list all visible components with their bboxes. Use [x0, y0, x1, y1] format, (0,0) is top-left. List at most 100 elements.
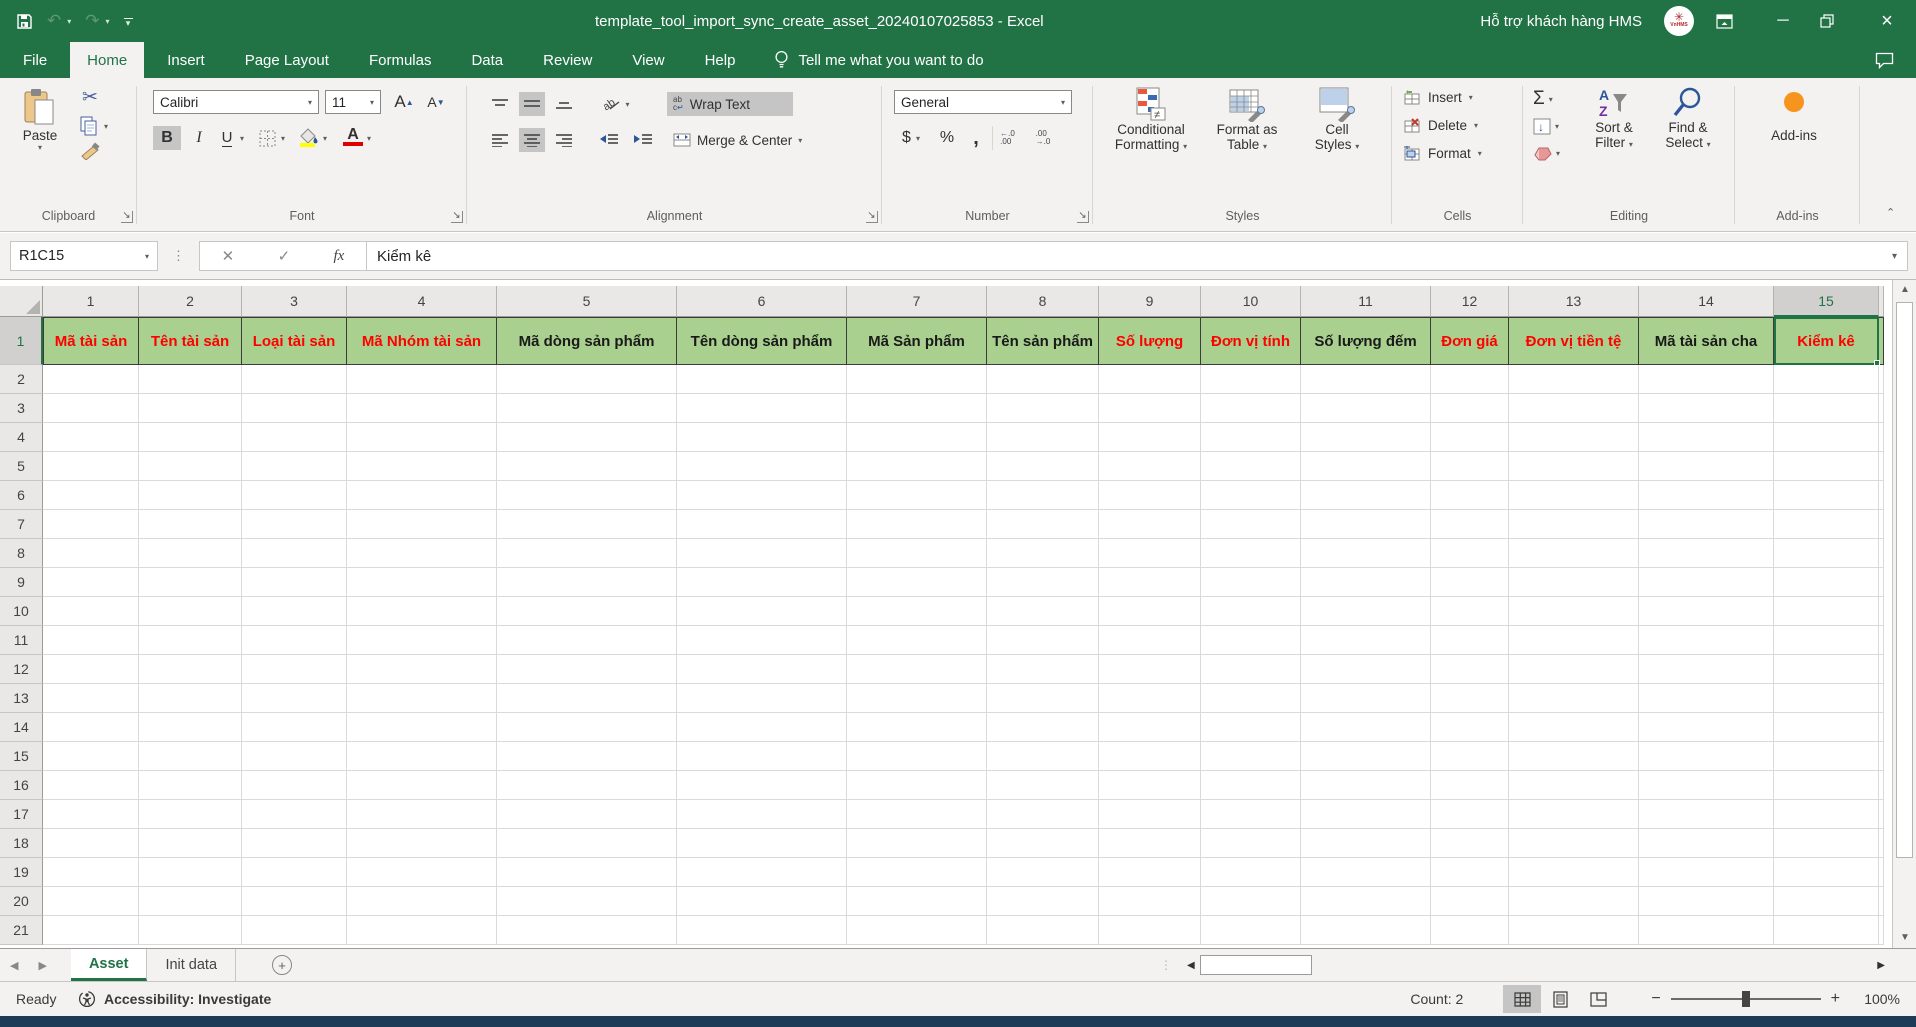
cell-r4c7[interactable]: [847, 423, 987, 452]
cell-r18c10[interactable]: [1201, 829, 1301, 858]
cell-r3c3[interactable]: [242, 394, 347, 423]
cell-r7c10[interactable]: [1201, 510, 1301, 539]
redo-dropdown-icon[interactable]: ▾: [106, 17, 110, 26]
font-color-icon[interactable]: A: [343, 126, 363, 146]
tell-me-box[interactable]: Tell me what you want to do: [774, 42, 983, 78]
cell-r12c1[interactable]: [43, 655, 139, 684]
cell-r15c2[interactable]: [139, 742, 242, 771]
cell-r10c3[interactable]: [242, 597, 347, 626]
cell-r8c2[interactable]: [139, 539, 242, 568]
cell-r2c10[interactable]: [1201, 365, 1301, 394]
save-icon[interactable]: [16, 13, 33, 30]
cell-r12c13[interactable]: [1509, 655, 1639, 684]
cell-r20c11[interactable]: [1301, 887, 1431, 916]
cell-r14c8[interactable]: [987, 713, 1099, 742]
cell-r18c8[interactable]: [987, 829, 1099, 858]
select-all-corner[interactable]: [0, 286, 43, 317]
cell-r21c2[interactable]: [139, 916, 242, 945]
cell-r10c6[interactable]: [677, 597, 847, 626]
cell-r6c13[interactable]: [1509, 481, 1639, 510]
cell-r5c11[interactable]: [1301, 452, 1431, 481]
zoom-slider-thumb[interactable]: [1742, 991, 1750, 1007]
cell-r2c9[interactable]: [1099, 365, 1201, 394]
cell-r5c7[interactable]: [847, 452, 987, 481]
cell-r6c3[interactable]: [242, 481, 347, 510]
cell-r9c15[interactable]: [1774, 568, 1879, 597]
cell-r18c2[interactable]: [139, 829, 242, 858]
cell-r12c6[interactable]: [677, 655, 847, 684]
cell-r5c14[interactable]: [1639, 452, 1774, 481]
cell-r2c1[interactable]: [43, 365, 139, 394]
header-cell-col8[interactable]: Tên sản phẩm: [987, 317, 1099, 365]
header-cell-col1[interactable]: Mã tài sản: [43, 317, 139, 365]
collapse-ribbon-icon[interactable]: ⌃: [1886, 206, 1895, 219]
cell-r9c10[interactable]: [1201, 568, 1301, 597]
cell-r6c1[interactable]: [43, 481, 139, 510]
insert-function-icon[interactable]: fx: [333, 248, 344, 265]
grow-font-button[interactable]: A▲: [389, 90, 419, 114]
cell-r12c3[interactable]: [242, 655, 347, 684]
cell-r14c7[interactable]: [847, 713, 987, 742]
cell-r9c7[interactable]: [847, 568, 987, 597]
cell-r5c1[interactable]: [43, 452, 139, 481]
cell-r20c8[interactable]: [987, 887, 1099, 916]
cell-r7c2[interactable]: [139, 510, 242, 539]
cell-r3c14[interactable]: [1639, 394, 1774, 423]
row-header-8[interactable]: 8: [0, 539, 43, 568]
column-header-6[interactable]: 6: [677, 286, 847, 317]
header-cell-col6[interactable]: Tên dòng sản phẩm: [677, 317, 847, 365]
cell-partial[interactable]: [1879, 597, 1884, 626]
cell-r13c11[interactable]: [1301, 684, 1431, 713]
cell-r15c14[interactable]: [1639, 742, 1774, 771]
row-header-18[interactable]: 18: [0, 829, 43, 858]
cell-r17c13[interactable]: [1509, 800, 1639, 829]
cell-r9c11[interactable]: [1301, 568, 1431, 597]
cell-r16c9[interactable]: [1099, 771, 1201, 800]
header-cell-col7[interactable]: Mã Sản phẩm: [847, 317, 987, 365]
cell-r6c7[interactable]: [847, 481, 987, 510]
cell-r4c15[interactable]: [1774, 423, 1879, 452]
column-header-14[interactable]: 14: [1639, 286, 1774, 317]
cell-r2c12[interactable]: [1431, 365, 1509, 394]
find-select-button[interactable]: Find &Select ▾: [1653, 86, 1723, 150]
name-box[interactable]: R1C15▾: [10, 241, 158, 271]
fill-color-dropdown-icon[interactable]: ▾: [323, 134, 327, 143]
cell-r8c13[interactable]: [1509, 539, 1639, 568]
enter-icon[interactable]: ✓: [278, 247, 291, 265]
horizontal-scroll-thumb[interactable]: [1200, 955, 1312, 975]
scroll-left-icon[interactable]: ◀: [1182, 960, 1200, 971]
cell-r11c3[interactable]: [242, 626, 347, 655]
cell-r21c1[interactable]: [43, 916, 139, 945]
row-header-3[interactable]: 3: [0, 394, 43, 423]
cell-r14c13[interactable]: [1509, 713, 1639, 742]
header-cell-col5[interactable]: Mã dòng sản phẩm: [497, 317, 677, 365]
cell-r11c10[interactable]: [1201, 626, 1301, 655]
cell-r6c15[interactable]: [1774, 481, 1879, 510]
cell-r4c11[interactable]: [1301, 423, 1431, 452]
font-size-select[interactable]: 11▾: [325, 90, 381, 114]
cell-r13c13[interactable]: [1509, 684, 1639, 713]
cell-r20c1[interactable]: [43, 887, 139, 916]
cell-r19c13[interactable]: [1509, 858, 1639, 887]
cell-r17c1[interactable]: [43, 800, 139, 829]
cell-r14c10[interactable]: [1201, 713, 1301, 742]
cell-r21c9[interactable]: [1099, 916, 1201, 945]
cell-r4c4[interactable]: [347, 423, 497, 452]
cell-r13c14[interactable]: [1639, 684, 1774, 713]
row-header-20[interactable]: 20: [0, 887, 43, 916]
cell-r10c11[interactable]: [1301, 597, 1431, 626]
cell-r16c7[interactable]: [847, 771, 987, 800]
close-button[interactable]: ×: [1872, 10, 1902, 33]
cell-partial[interactable]: [1879, 510, 1884, 539]
cell-r18c4[interactable]: [347, 829, 497, 858]
cell-r7c9[interactable]: [1099, 510, 1201, 539]
cell-r6c11[interactable]: [1301, 481, 1431, 510]
alignment-dialog-launcher[interactable]: ↘: [866, 211, 878, 223]
row-header-17[interactable]: 17: [0, 800, 43, 829]
number-format-select[interactable]: General▾: [894, 90, 1072, 114]
cell-r17c11[interactable]: [1301, 800, 1431, 829]
cell-r14c14[interactable]: [1639, 713, 1774, 742]
cell-r17c10[interactable]: [1201, 800, 1301, 829]
restore-button[interactable]: [1820, 14, 1850, 28]
cell-r16c6[interactable]: [677, 771, 847, 800]
